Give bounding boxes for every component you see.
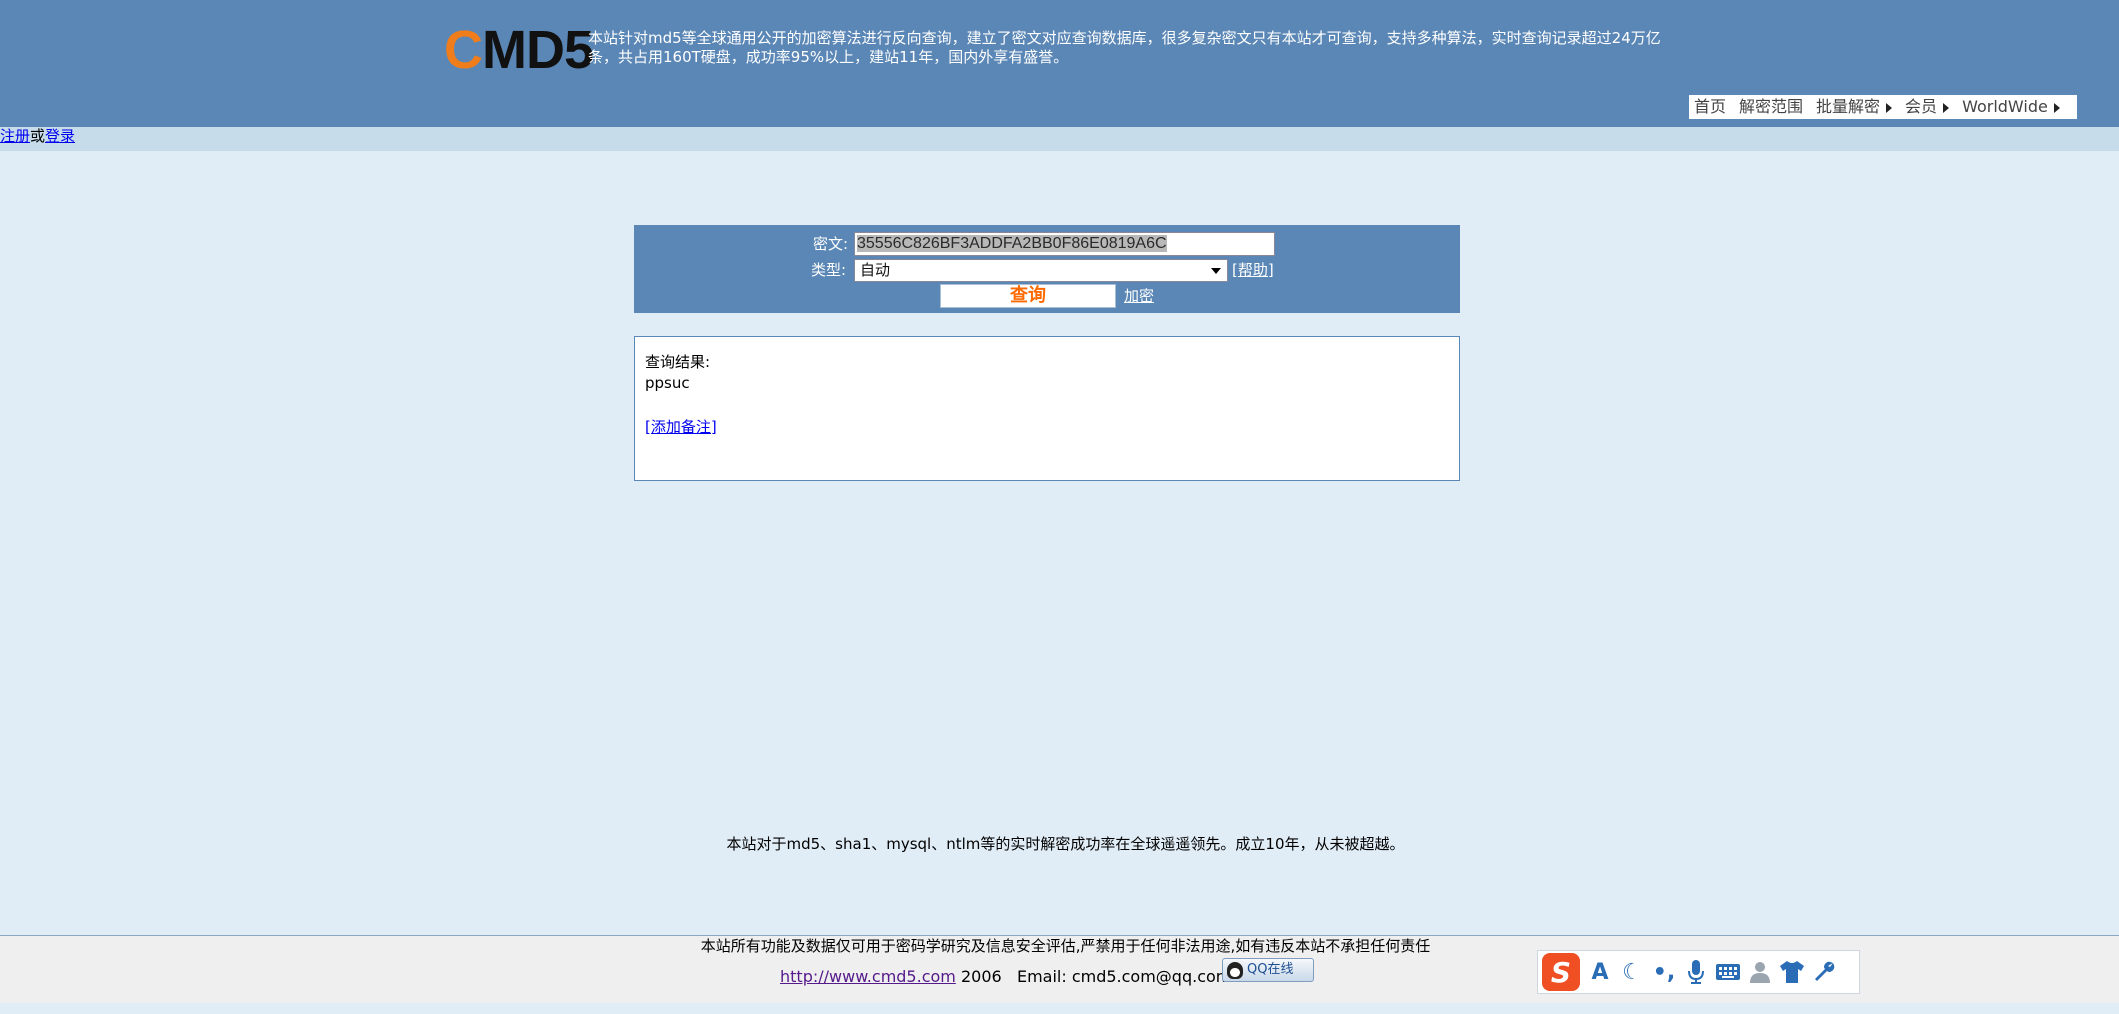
sogou-logo-icon[interactable]: S [1542,953,1580,991]
qq-penguin-icon [1227,962,1243,979]
nav-worldwide[interactable]: WorldWide [1962,95,2060,119]
site-intro: 本站针对md5等全球通用公开的加密算法进行反向查询，建立了密文对应查询数据库，很… [588,29,1661,66]
nav-member[interactable]: 会员 [1905,95,1950,119]
top-nav: 首页 解密范围 批量解密 会员 WorldWide [1689,95,2077,119]
dropdown-arrow-icon [1211,268,1221,274]
auth-or-text: 或 [30,127,46,145]
email-label: Email: [1016,967,1067,986]
nav-home[interactable]: 首页 [1694,95,1726,119]
sub-bar [0,127,2119,151]
footer-email: cmd5.com@qq.com [1071,967,1232,986]
font-a-icon[interactable]: A [1586,957,1614,987]
qq-online-button[interactable]: QQ在线 [1222,958,1314,982]
nav-decrypt-scope[interactable]: 解密范围 [1739,95,1803,119]
microphone-icon[interactable] [1682,957,1710,987]
help-link[interactable]: [帮助] [1232,261,1274,279]
result-box: 查询结果: ppsuc [添加备注] [634,336,1460,481]
qq-badge-label: QQ在线 [1247,962,1294,977]
triangle-right-icon [1943,102,1950,113]
triangle-right-icon [1886,102,1893,113]
moon-icon[interactable]: ☾ [1618,957,1646,987]
keyboard-icon[interactable] [1714,957,1742,987]
punctuation-icon[interactable]: •, [1650,957,1678,987]
skin-shirt-icon[interactable] [1778,957,1806,987]
site-logo[interactable]: CMD5 [444,22,594,78]
cipher-label: 密文: [813,235,849,253]
header: CMD5 本站针对md5等全球通用公开的加密算法进行反向查询，建立了密文对应查询… [0,0,2119,127]
result-title: 查询结果: [645,353,711,371]
nav-batch-decrypt[interactable]: 批量解密 [1816,95,1893,119]
auth-links: 注册或登录 [0,127,75,145]
cipher-input[interactable]: 35556C826BF3ADDFA2BB0F86E0819A6C [854,232,1275,256]
site-url-link[interactable]: http://www.cmd5.com [780,967,956,986]
add-note-link[interactable]: [添加备注] [645,418,717,436]
contact-line: http://www.cmd5.com 2006 Email: cmd5.com… [780,966,1231,988]
type-select-value: 自动 [860,261,891,279]
encrypt-link[interactable]: 加密 [1124,287,1154,305]
register-link[interactable]: 注册 [0,127,30,145]
type-select[interactable]: 自动 [854,259,1228,282]
query-button[interactable]: 查询 [940,284,1116,308]
footer-year: 2006 [960,967,1002,986]
login-link[interactable]: 登录 [45,127,75,145]
tagline: 本站对于md5、sha1、mysql、ntlm等的实时解密成功率在全球遥遥领先。… [726,835,1405,853]
cipher-value: 35556C826BF3ADDFA2BB0F86E0819A6C [857,235,1167,252]
triangle-right-icon [2053,102,2060,113]
ime-toolbar: S A ☾ •, [1537,950,1860,994]
user-icon[interactable] [1746,957,1774,987]
result-value: ppsuc [645,374,690,392]
wrench-icon[interactable] [1810,957,1838,987]
type-label: 类型: [811,261,847,279]
